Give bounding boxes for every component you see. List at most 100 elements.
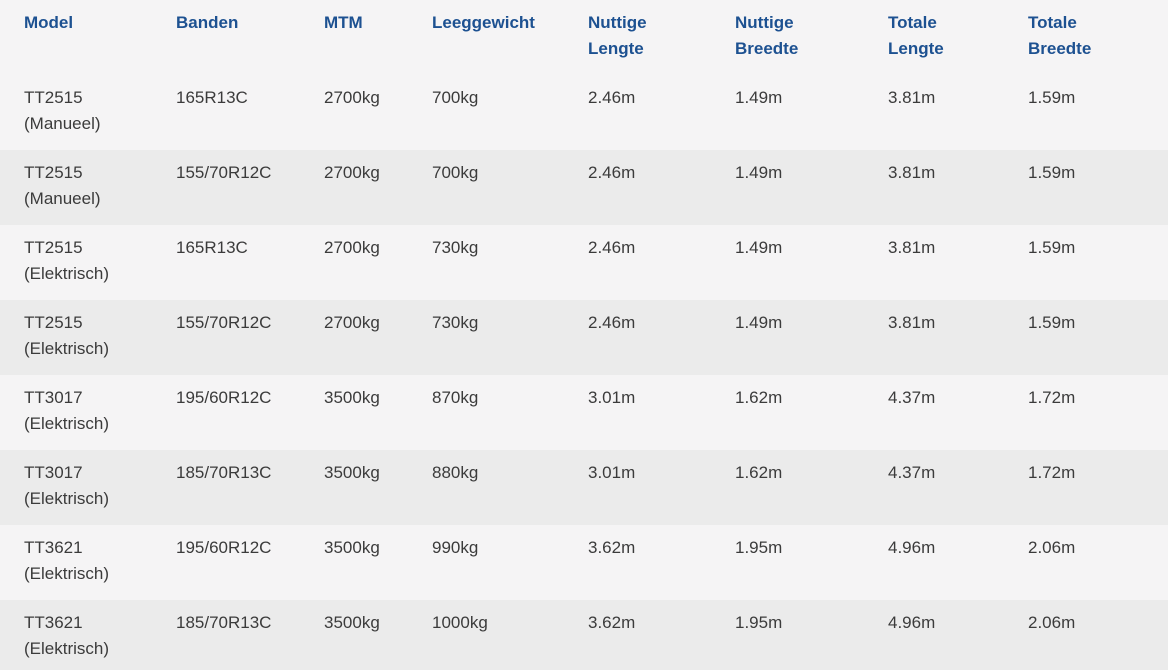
table-row: TT2515 (Manueel) 155/70R12C 2700kg 700kg 2.46… — [0, 150, 1168, 225]
cell-nuttige-lengte: 2.46m — [588, 88, 636, 107]
header-label-2: Breedte — [735, 39, 799, 58]
header-label: Model — [24, 13, 74, 32]
cell-totale-breedte: 1.59m — [1028, 163, 1076, 182]
cell-leeggewicht: 730kg — [432, 238, 479, 257]
cell-nuttige-lengte: 2.46m — [588, 238, 636, 257]
table-row: TT2515 (Elektrisch) 155/70R12C 2700kg 730kg 2… — [0, 300, 1168, 375]
header-label: MTM — [324, 13, 363, 32]
cell-banden: 155/70R12C — [176, 313, 272, 332]
specs-table: Model Banden MTM Leeggewicht Nuttige Leng… — [0, 0, 1168, 670]
model-name: TT2515 — [24, 163, 83, 182]
header-label: Leeggewicht — [432, 13, 535, 32]
cell-leeggewicht: 880kg — [432, 463, 479, 482]
cell-totale-breedte: 2.06m — [1028, 613, 1076, 632]
model-name: TT2515 — [24, 313, 83, 332]
cell-nuttige-breedte: 1.49m — [735, 313, 783, 332]
cell-nuttige-breedte: 1.49m — [735, 163, 783, 182]
cell-model: TT3621 (Elektrisch) — [0, 525, 176, 600]
model-variant: (Elektrisch) — [24, 564, 110, 583]
model-variant: (Manueel) — [24, 189, 101, 208]
cell-nuttige-lengte: 2.46m — [588, 163, 636, 182]
cell-leeggewicht: 700kg — [432, 88, 479, 107]
cell-totale-lengte: 4.37m — [888, 388, 936, 407]
cell-nuttige-lengte: 3.62m — [588, 613, 636, 632]
cell-totale-lengte: 3.81m — [888, 163, 936, 182]
cell-leeggewicht: 1000kg — [432, 613, 488, 632]
model-variant: (Manueel) — [24, 114, 101, 133]
cell-model: TT3017 (Elektrisch) — [0, 375, 176, 450]
cell-banden: 165R13C — [176, 238, 248, 257]
cell-banden: 195/60R12C — [176, 388, 272, 407]
cell-leeggewicht: 700kg — [432, 163, 479, 182]
header-label-2: Lengte — [588, 39, 644, 58]
model-name: TT2515 — [24, 88, 83, 107]
cell-banden: 185/70R13C — [176, 613, 272, 632]
cell-nuttige-lengte: 3.62m — [588, 538, 636, 557]
table-row: TT2515 (Elektrisch) 165R13C 2700kg 730kg 2.46… — [0, 225, 1168, 300]
table-row: TT3017 (Elektrisch) 195/60R12C 3500kg 870kg 3… — [0, 375, 1168, 450]
header-nuttige-breedte: Nuttige Breedte — [735, 0, 888, 75]
header-label-2: Breedte — [1028, 39, 1092, 58]
header-banden: Banden — [176, 0, 324, 75]
model-name: TT2515 — [24, 238, 83, 257]
header-totale-breedte: Totale Breedte — [1028, 0, 1168, 75]
table-row: TT3621 (Elektrisch) 185/70R13C 3500kg 1000kg… — [0, 600, 1168, 670]
cell-mtm: 3500kg — [324, 613, 380, 632]
cell-model: TT3621 (Elektrisch) — [0, 600, 176, 670]
cell-leeggewicht: 870kg — [432, 388, 479, 407]
cell-nuttige-lengte: 3.01m — [588, 388, 636, 407]
cell-model: TT3017 (Elektrisch) — [0, 450, 176, 525]
cell-model: TT2515 (Manueel) — [0, 75, 176, 150]
cell-totale-breedte: 1.72m — [1028, 463, 1076, 482]
cell-totale-lengte: 3.81m — [888, 238, 936, 257]
cell-mtm: 2700kg — [324, 88, 380, 107]
cell-totale-lengte: 4.96m — [888, 538, 936, 557]
header-mtm: MTM — [324, 0, 432, 75]
cell-nuttige-breedte: 1.49m — [735, 88, 783, 107]
cell-mtm: 3500kg — [324, 388, 380, 407]
model-variant: (Elektrisch) — [24, 339, 110, 358]
table-row: TT3621 (Elektrisch) 195/60R12C 3500kg 990kg 3… — [0, 525, 1168, 600]
cell-mtm: 2700kg — [324, 163, 380, 182]
cell-nuttige-breedte: 1.62m — [735, 463, 783, 482]
cell-mtm: 2700kg — [324, 238, 380, 257]
cell-totale-lengte: 4.37m — [888, 463, 936, 482]
header-leeggewicht: Leeggewicht — [432, 0, 588, 75]
header-label: Totale — [1028, 13, 1077, 32]
table-body: TT2515 (Manueel) 165R13C 2700kg 700kg 2.46m 1.… — [0, 75, 1168, 670]
cell-nuttige-breedte: 1.49m — [735, 238, 783, 257]
cell-nuttige-lengte: 3.01m — [588, 463, 636, 482]
model-variant: (Elektrisch) — [24, 639, 110, 658]
header-totale-lengte: Totale Lengte — [888, 0, 1028, 75]
table-row: TT3017 (Elektrisch) 185/70R13C 3500kg 880kg 3… — [0, 450, 1168, 525]
header-label-2: Lengte — [888, 39, 944, 58]
header-row: Model Banden MTM Leeggewicht Nuttige Leng… — [0, 0, 1168, 75]
cell-mtm: 3500kg — [324, 538, 380, 557]
cell-totale-lengte: 3.81m — [888, 88, 936, 107]
cell-nuttige-breedte: 1.95m — [735, 613, 783, 632]
cell-totale-lengte: 3.81m — [888, 313, 936, 332]
model-variant: (Elektrisch) — [24, 489, 110, 508]
cell-model: TT2515 (Manueel) — [0, 150, 176, 225]
cell-leeggewicht: 730kg — [432, 313, 479, 332]
cell-banden: 185/70R13C — [176, 463, 272, 482]
cell-banden: 155/70R12C — [176, 163, 272, 182]
cell-nuttige-breedte: 1.95m — [735, 538, 783, 557]
cell-totale-breedte: 1.72m — [1028, 388, 1076, 407]
model-name: TT3017 — [24, 388, 83, 407]
header-nuttige-lengte: Nuttige Lengte — [588, 0, 735, 75]
cell-totale-breedte: 1.59m — [1028, 313, 1076, 332]
cell-leeggewicht: 990kg — [432, 538, 479, 557]
cell-totale-breedte: 1.59m — [1028, 88, 1076, 107]
cell-mtm: 3500kg — [324, 463, 380, 482]
cell-totale-lengte: 4.96m — [888, 613, 936, 632]
cell-banden: 165R13C — [176, 88, 248, 107]
model-name: TT3621 — [24, 613, 83, 632]
header-label: Totale — [888, 13, 937, 32]
cell-totale-breedte: 1.59m — [1028, 238, 1076, 257]
header-label: Nuttige — [735, 13, 794, 32]
header-label: Banden — [176, 13, 239, 32]
cell-mtm: 2700kg — [324, 313, 380, 332]
cell-nuttige-lengte: 2.46m — [588, 313, 636, 332]
model-variant: (Elektrisch) — [24, 264, 110, 283]
